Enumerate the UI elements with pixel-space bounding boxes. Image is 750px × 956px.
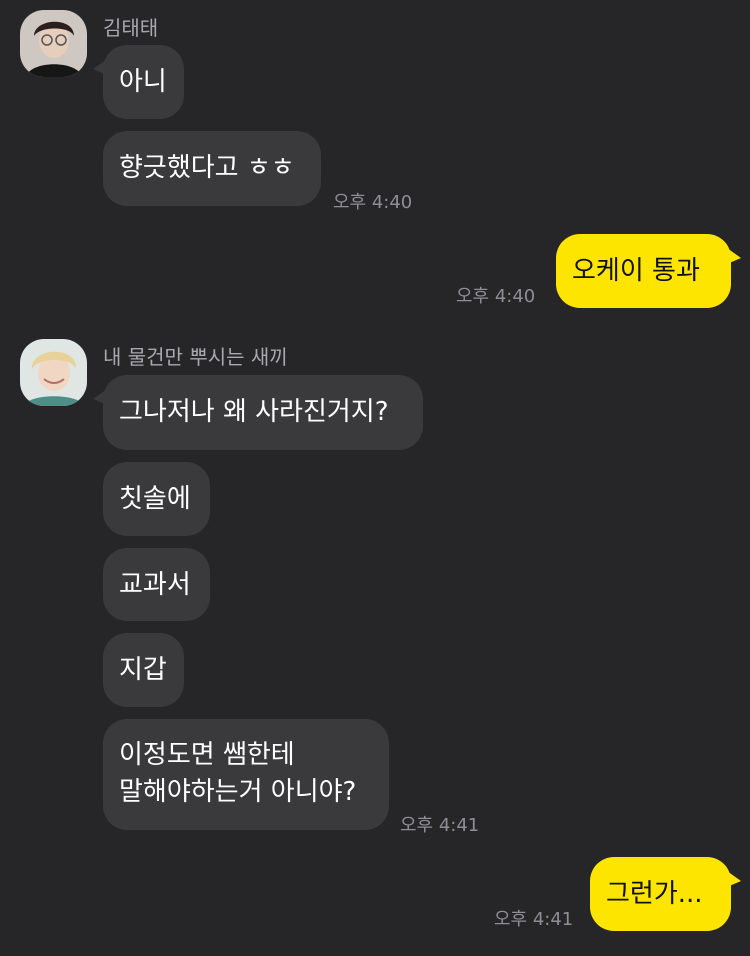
message-bubble[interactable]: 지갑 (103, 633, 184, 707)
sender-name: 김태태 (103, 16, 159, 40)
sender-name: 내 물건만 뿌시는 새끼 (103, 345, 288, 369)
message-timestamp: 오후 4:40 (456, 286, 536, 307)
message-bubble[interactable]: 칫솔에 (103, 462, 210, 536)
message-bubble[interactable]: 아니 (93, 45, 184, 119)
message-line: 이정도면 쌤한테 (119, 740, 295, 770)
my-message-bubble[interactable]: 오케이 통과 (556, 234, 741, 308)
my-message-bubble[interactable]: 그런가... (590, 857, 741, 931)
message-bubble[interactable]: 그나저나 왜 사라진거지? (93, 375, 423, 450)
message-timestamp: 오후 4:41 (400, 815, 480, 836)
profile-photo-icon (20, 10, 87, 77)
message-bubble[interactable]: 교과서 (103, 548, 210, 621)
sender-avatar-friend[interactable] (20, 339, 87, 406)
message-line: 말해야하는거 아니야? (119, 777, 357, 807)
sender-avatar-kimtaetae[interactable] (20, 10, 87, 77)
profile-photo-icon (20, 339, 87, 406)
message-timestamp: 오후 4:41 (494, 909, 574, 930)
message-bubble[interactable]: 향긋했다고 ㅎㅎ (103, 131, 321, 206)
message-timestamp: 오후 4:40 (333, 192, 413, 213)
message-bubble-multiline[interactable]: 이정도면 쌤한테 말해야하는거 아니야? (103, 719, 389, 830)
